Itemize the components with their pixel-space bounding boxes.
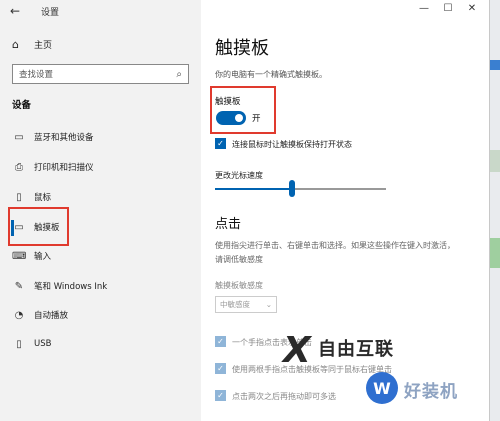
pen-icon: ✎ bbox=[14, 280, 24, 292]
printer-icon: ⎙ bbox=[15, 161, 23, 173]
search-icon[interactable]: ⌕ bbox=[176, 69, 182, 80]
section-heading: 设备 bbox=[12, 100, 32, 111]
tap-description-line2: 请调低敏感度 bbox=[215, 255, 263, 264]
cursor-speed-slider[interactable] bbox=[289, 180, 295, 197]
keep-on-checkbox[interactable]: ✓ bbox=[215, 138, 226, 149]
window-controls: — ☐ ✕ bbox=[412, 3, 484, 14]
page-title: 触摸板 bbox=[215, 38, 269, 59]
option-label: 点击两次之后再拖动即可多选 bbox=[232, 392, 336, 401]
sidebar-item-label: USB bbox=[34, 339, 52, 349]
background-accent bbox=[490, 238, 500, 268]
app-title: 设置 bbox=[41, 7, 60, 18]
watermark-text: 好装机 bbox=[404, 382, 458, 402]
search-input[interactable]: 查找设置 ⌕ bbox=[12, 64, 189, 84]
tap-heading: 点击 bbox=[215, 217, 242, 232]
cursor-speed-label: 更改光标速度 bbox=[215, 171, 263, 180]
toggle-highlight-box bbox=[210, 86, 276, 134]
title-bar: ← 设置 bbox=[0, 0, 201, 22]
close-button[interactable]: ✕ bbox=[460, 3, 484, 14]
option-checkbox[interactable]: ✓ bbox=[215, 390, 226, 401]
touchpad-toggle[interactable] bbox=[216, 111, 246, 125]
touchpad-toggle-label: 触摸板 bbox=[215, 97, 241, 107]
sidebar-item-label: 蓝牙和其他设备 bbox=[34, 133, 94, 143]
sensitivity-value: 中敏感度 bbox=[220, 300, 250, 309]
page-description: 你的电脑有一个精确式触摸板。 bbox=[215, 70, 327, 79]
sidebar-item-label: 打印机和扫描仪 bbox=[34, 163, 94, 173]
sidebar-item-autoplay[interactable]: ◔ 自动播放 bbox=[12, 306, 68, 324]
sidebar-item-typing[interactable]: ⌨ 输入 bbox=[12, 247, 51, 265]
minimize-button[interactable]: — bbox=[412, 3, 436, 14]
touchpad-highlight-box bbox=[8, 207, 69, 246]
watermark-badge: W bbox=[366, 372, 398, 404]
sidebar-item-usb[interactable]: ▯ USB bbox=[12, 335, 51, 353]
sidebar-item-label: 鼠标 bbox=[34, 193, 52, 203]
option-checkbox[interactable]: ✓ bbox=[215, 336, 226, 347]
tap-description-line1: 使用指尖进行单击、右键单击和选择。如果这些操作在键入时激活， bbox=[215, 241, 455, 250]
sidebar-item-mouse[interactable]: ▯ 鼠标 bbox=[12, 188, 51, 206]
back-arrow-icon[interactable]: ← bbox=[0, 0, 30, 22]
sidebar-item-printers[interactable]: ⎙ 打印机和扫描仪 bbox=[12, 158, 94, 176]
sidebar-item-label: 自动播放 bbox=[34, 311, 69, 321]
watermark-text: 自由互联 bbox=[318, 339, 394, 360]
keyboard-icon: ⌨ bbox=[12, 250, 27, 262]
bluetooth-icon: ▭ bbox=[14, 131, 24, 143]
watermark-logo: X bbox=[283, 330, 311, 371]
option-checkbox[interactable]: ✓ bbox=[215, 363, 226, 374]
toggle-state-text: 开 bbox=[252, 114, 261, 124]
background-accent bbox=[490, 60, 500, 70]
search-placeholder: 查找设置 bbox=[19, 70, 54, 80]
sidebar-item-label: 笔和 Windows Ink bbox=[34, 282, 108, 292]
slider-filled-track bbox=[215, 188, 292, 190]
settings-window: ← 设置 ⌂ 主页 查找设置 ⌕ 设备 ▭ 蓝牙和其他设备 ⎙ 打印机和扫描仪 … bbox=[0, 0, 490, 421]
autoplay-icon: ◔ bbox=[14, 309, 24, 321]
sensitivity-dropdown[interactable]: 中敏感度 ⌄ bbox=[215, 296, 277, 313]
sidebar-item-bluetooth[interactable]: ▭ 蓝牙和其他设备 bbox=[12, 128, 94, 146]
sidebar-item-label: 输入 bbox=[34, 252, 52, 262]
home-label: 主页 bbox=[34, 41, 53, 51]
usb-icon: ▯ bbox=[16, 338, 22, 350]
sidebar-item-pen[interactable]: ✎ 笔和 Windows Ink bbox=[12, 277, 107, 295]
sidebar-item-home[interactable]: ⌂ 主页 bbox=[12, 38, 52, 51]
home-icon: ⌂ bbox=[12, 38, 19, 51]
sidebar: ← 设置 ⌂ 主页 查找设置 ⌕ 设备 ▭ 蓝牙和其他设备 ⎙ 打印机和扫描仪 … bbox=[0, 0, 201, 421]
toggle-knob bbox=[235, 114, 243, 122]
slider-empty-track bbox=[292, 188, 386, 190]
chevron-down-icon: ⌄ bbox=[265, 300, 272, 309]
maximize-button[interactable]: ☐ bbox=[436, 3, 460, 14]
mouse-icon: ▯ bbox=[16, 191, 22, 203]
sensitivity-label: 触摸板敏感度 bbox=[215, 281, 263, 290]
option-label: 使用两根手指点击触摸板等同于鼠标右键单击 bbox=[232, 365, 392, 374]
keep-on-label: 连接鼠标时让触摸板保持打开状态 bbox=[232, 140, 352, 149]
background-accent bbox=[490, 150, 500, 172]
